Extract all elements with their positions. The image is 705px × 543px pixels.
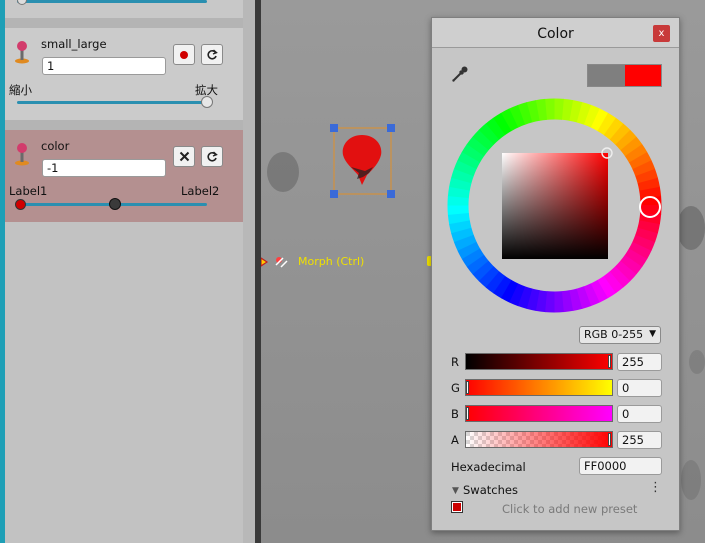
hex-label: Hexadecimal: [451, 460, 526, 474]
channel-handle-b[interactable]: [466, 407, 469, 420]
channel-label-a: A: [451, 433, 459, 447]
channel-handle-a[interactable]: [608, 433, 611, 446]
record-icon: [180, 50, 188, 59]
color-preview: [587, 64, 662, 87]
channel-slider-r[interactable]: [465, 353, 613, 370]
color-mode-value: RGB 0-255: [584, 328, 644, 341]
slider-min-label: 縮小: [9, 83, 32, 97]
block-separator: [5, 120, 243, 130]
reset-icon: [207, 150, 218, 162]
value-input[interactable]: [42, 159, 166, 177]
reset-button[interactable]: [201, 44, 223, 65]
block-name-label: small_large: [41, 37, 107, 51]
channel-input-r[interactable]: [617, 353, 662, 371]
reset-icon: [207, 48, 218, 60]
color-picker-window: Color x RGB 0-255 ▼ R 255 G 0 B 0 A 255 …: [431, 17, 680, 531]
block-name-label: color: [41, 139, 70, 153]
panel-divider[interactable]: [243, 0, 255, 543]
channel-input-a[interactable]: [617, 431, 662, 449]
window-title: Color: [537, 26, 574, 42]
joystick-icon: [15, 143, 29, 166]
slider-max-label: Label2: [181, 184, 220, 198]
channel-handle-g[interactable]: [466, 381, 469, 394]
morph-gizmo-icon[interactable]: [261, 255, 291, 269]
channel-slider-b[interactable]: [465, 405, 613, 422]
previous-slider-track[interactable]: [17, 0, 207, 3]
clear-button[interactable]: [173, 146, 195, 167]
channel-label-g: G: [451, 381, 460, 395]
swatches-hint[interactable]: Click to add new preset: [502, 502, 637, 516]
channel-label-r: R: [451, 355, 459, 369]
inspector-panel: small_large 縮小 拡大 color: [0, 0, 243, 543]
morph-block-color: color Label1 Label2: [5, 130, 243, 222]
channel-handle-r[interactable]: [608, 355, 611, 368]
dropdown-arrow-icon: ▼: [649, 329, 656, 339]
swatch-preset[interactable]: [451, 501, 463, 513]
slider-knob[interactable]: [109, 198, 121, 210]
channel-input-g[interactable]: [617, 379, 662, 397]
swatches-foldout-icon[interactable]: ▼: [452, 486, 459, 496]
morph-label: Morph (Ctrl): [298, 255, 365, 268]
cross-icon: [179, 151, 189, 162]
morph-block-small-large: small_large 縮小 拡大: [5, 28, 243, 120]
slider-min-label: Label1: [9, 184, 48, 198]
swatches-label[interactable]: Swatches: [463, 483, 518, 497]
joystick-icon: [15, 41, 29, 64]
eyedropper-icon[interactable]: [451, 65, 469, 83]
channel-label-b: B: [451, 407, 459, 421]
record-button[interactable]: [173, 44, 195, 65]
selected-balloon[interactable]: [329, 123, 399, 199]
window-titlebar[interactable]: Color x: [432, 18, 679, 48]
hue-wheel[interactable]: [447, 98, 662, 313]
value-input[interactable]: [42, 57, 166, 75]
slider-color-marker[interactable]: [15, 199, 26, 210]
previous-slider-knob[interactable]: [17, 0, 27, 5]
current-color-swatch: [625, 65, 661, 86]
previous-color-swatch[interactable]: [588, 65, 625, 86]
slider-knob[interactable]: [201, 96, 213, 108]
reset-button[interactable]: [201, 146, 223, 167]
channel-slider-g[interactable]: [465, 379, 613, 396]
slider-track[interactable]: [17, 101, 207, 104]
close-button[interactable]: x: [653, 25, 670, 42]
block-separator: [5, 18, 243, 28]
more-options-icon[interactable]: ⋮: [649, 480, 662, 495]
channel-slider-a[interactable]: [465, 431, 613, 448]
color-mode-select[interactable]: RGB 0-255 ▼: [579, 326, 661, 344]
channel-input-b[interactable]: [617, 405, 662, 423]
hex-input[interactable]: [579, 457, 662, 475]
previous-slider-strip: [5, 0, 243, 18]
swatch-color: [453, 503, 461, 511]
